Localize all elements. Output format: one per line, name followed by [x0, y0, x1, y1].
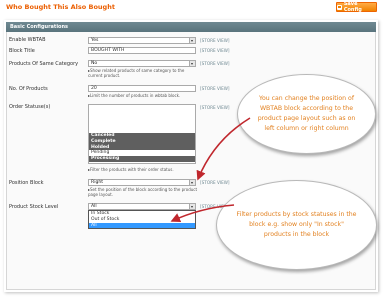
position-callout-text: You can change the position of WBTAB blo…	[257, 95, 356, 132]
position-callout: You can change the position of WBTAB blo…	[237, 74, 376, 154]
page-title: Who Bought This Also Bought	[6, 3, 115, 11]
section-header[interactable]: Basic Configurations	[6, 22, 376, 32]
position-scope: [STORE VIEW]	[200, 180, 230, 185]
num-products-input[interactable]: 20	[88, 85, 196, 92]
same-category-value: No	[91, 61, 98, 66]
same-category-note: Show related products of same category t…	[88, 68, 200, 78]
position-note: Set the position of the block according …	[88, 187, 200, 197]
stock-level-value: All	[91, 204, 97, 209]
order-status-label: Order Statuse(s)	[9, 104, 51, 110]
block-title-scope: [STORE VIEW]	[200, 48, 230, 53]
option-processing[interactable]: Processing	[89, 156, 195, 162]
same-category-select[interactable]: No	[88, 60, 196, 67]
save-config-button[interactable]: Save Config	[336, 1, 377, 13]
enable-select[interactable]: Yes	[88, 37, 196, 44]
listbox-spacer	[89, 105, 195, 133]
num-products-scope: [STORE VIEW]	[200, 86, 230, 91]
block-title-label: Block Title	[9, 48, 35, 54]
position-label: Position Block	[9, 180, 44, 186]
chevron-down-icon	[189, 61, 195, 66]
same-category-label: Products Of Same Category	[9, 61, 79, 67]
option-all[interactable]: All	[89, 222, 195, 228]
num-products-label: No. Of Products	[9, 86, 48, 92]
enable-value: Yes	[91, 38, 99, 43]
chevron-down-icon	[189, 180, 195, 185]
save-icon	[337, 4, 342, 10]
block-title-input[interactable]: BOUGHT WITH	[88, 47, 196, 54]
order-status-note: Filter the products with their order sta…	[88, 167, 200, 172]
stock-callout-text: Filter products by stock statuses in the…	[236, 211, 357, 238]
save-config-label: Save Config	[343, 1, 362, 13]
num-products-note: Limit the number of products in wbtab bl…	[88, 93, 200, 98]
enable-scope: [STORE VIEW]	[200, 38, 230, 43]
stock-level-label: Product Stock Level	[9, 204, 59, 210]
enable-label: Enable WBTAB	[9, 37, 46, 43]
same-category-scope: [STORE VIEW]	[200, 61, 230, 66]
stock-level-dropdown[interactable]: In Stock Out of Stock All	[88, 210, 196, 229]
chevron-down-icon	[189, 38, 195, 43]
order-status-scope: [STORE VIEW]	[200, 105, 230, 110]
stock-level-select[interactable]: All	[88, 203, 196, 210]
position-value: Right	[91, 180, 104, 185]
order-status-multiselect[interactable]: Canceled Complete Holded Pending Process…	[88, 104, 196, 164]
stock-callout: Filter products by stock statuses in the…	[216, 180, 377, 270]
chevron-down-icon	[189, 204, 195, 209]
position-select[interactable]: Right	[88, 179, 196, 186]
